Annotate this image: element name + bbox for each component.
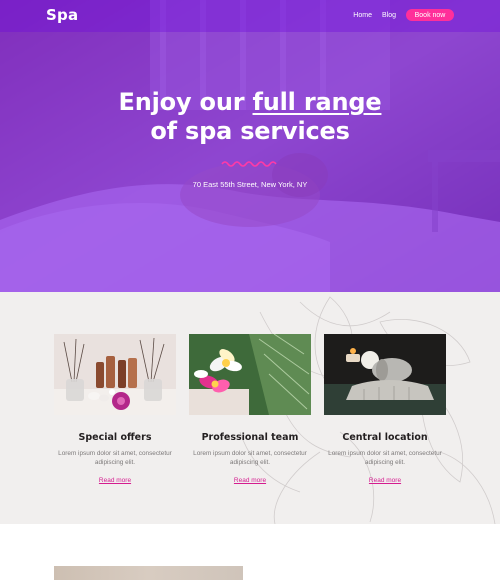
service-text-special-offers: Lorem ipsum dolor sit amet, consectetur … [58,450,172,466]
next-section-image [54,566,243,580]
decorative-squiggle-divider [221,161,277,167]
next-section [0,524,500,580]
book-now-button[interactable]: Book now [406,9,454,21]
main-nav: Home Blog Book now [353,9,454,21]
hero-section: Spa Home Blog Book now Enjoy our full ra… [0,0,500,292]
service-title-central-location: Central location [342,432,428,443]
central-location-image [324,334,446,415]
service-text-central-location: Lorem ipsum dolor sit amet, consectetur … [328,450,442,466]
service-card-special-offers: Special offers Lorem ipsum dolor sit ame… [54,334,176,487]
hero-title-line2: of spa services [150,117,350,145]
services-section: Special offers Lorem ipsum dolor sit ame… [0,292,500,524]
nav-link-home[interactable]: Home [353,12,372,19]
spa-landing-page: Spa Home Blog Book now Enjoy our full ra… [0,0,500,580]
hero-title-part1: Enjoy our [118,88,253,116]
hero-purple-overlay [0,0,500,292]
special-offers-image [54,334,176,415]
service-title-professional-team: Professional team [201,432,299,443]
service-card-professional-team: Professional team Lorem ipsum dolor sit … [189,333,311,487]
hero-address: 70 East 55th Street, New York, NY [192,180,308,189]
hero-title-highlight: full range [252,88,382,116]
service-text-professional-team: Lorem ipsum dolor sit amet, consectetur … [193,450,307,466]
professional-team-image [189,333,311,415]
read-more-link-special-offers[interactable]: Read more [99,477,131,484]
top-navigation-bar: Spa Home Blog Book now [0,0,500,32]
read-more-link-central-location[interactable]: Read more [369,477,401,484]
nav-link-blog[interactable]: Blog [382,12,396,19]
service-title-special-offers: Special offers [78,432,152,443]
read-more-link-professional-team[interactable]: Read more [234,477,266,484]
brand-logo[interactable]: Spa [46,6,78,24]
service-card-central-location: Central location Lorem ipsum dolor sit a… [324,334,446,487]
hero-title: Enjoy our full range of spa services [0,88,500,146]
